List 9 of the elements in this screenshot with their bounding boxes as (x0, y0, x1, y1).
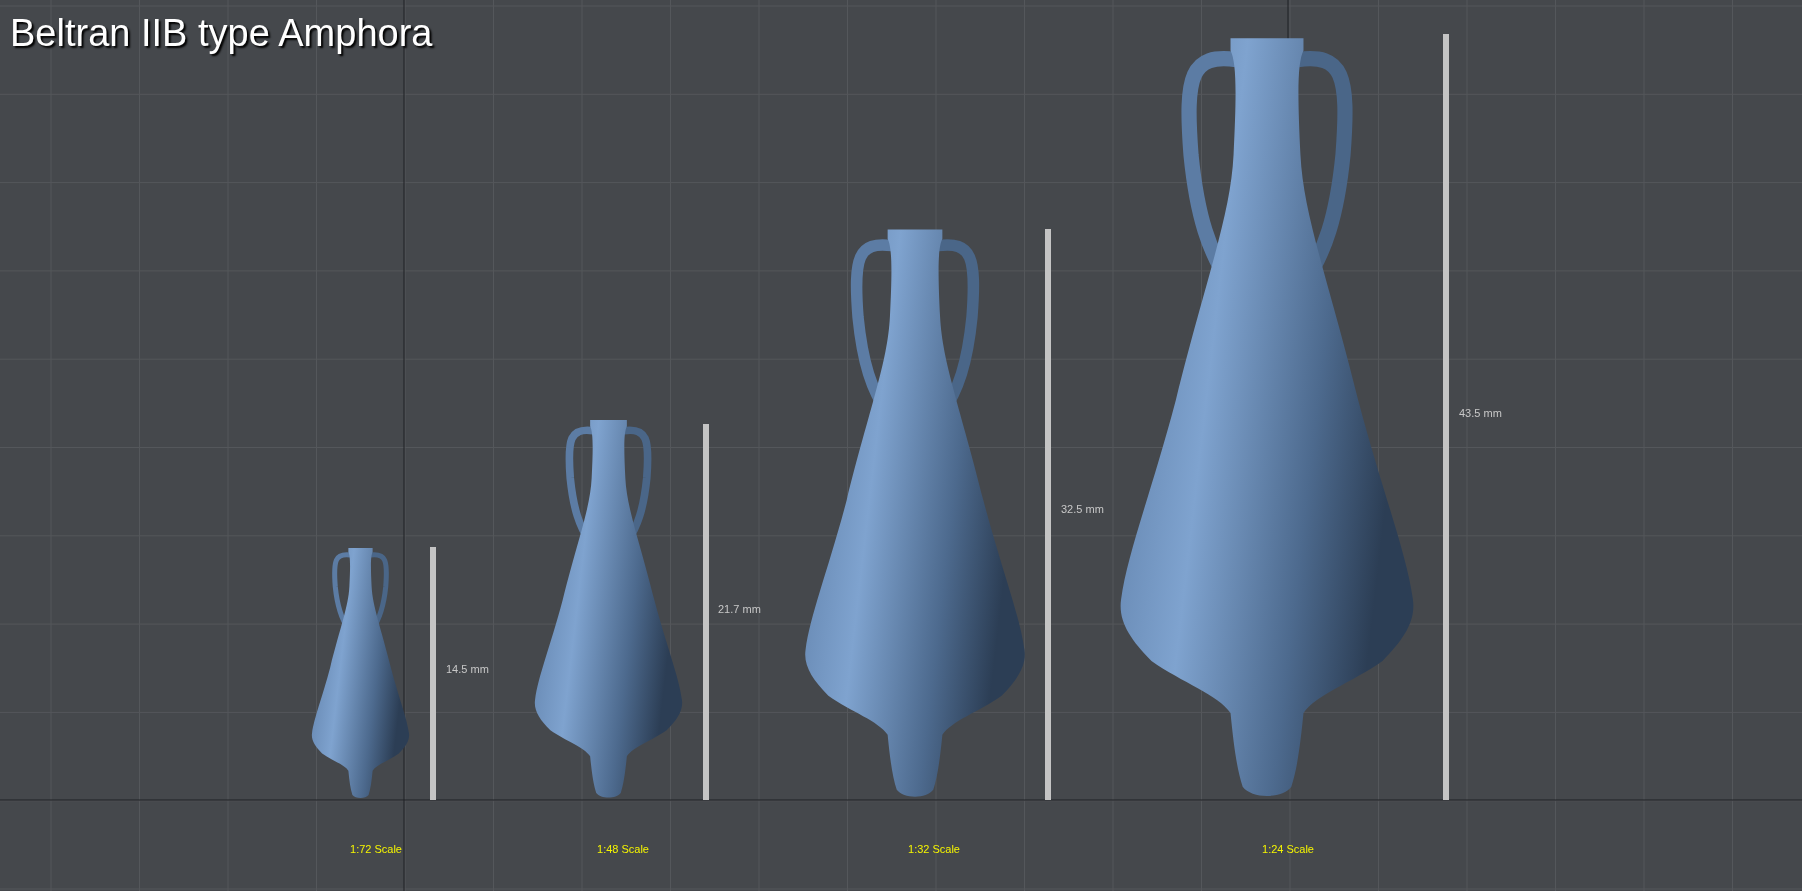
scale-label: 1:32 Scale (908, 844, 960, 855)
measurement-label: 43.5 mm (1459, 408, 1502, 419)
viewport-title: Beltran IIB type Amphora (10, 14, 433, 52)
measurement-label: 32.5 mm (1061, 504, 1104, 515)
scale-label: 1:24 Scale (1262, 844, 1314, 855)
scale-label: 1:48 Scale (597, 844, 649, 855)
measurement-label: 21.7 mm (718, 604, 761, 615)
measurement-label: 14.5 mm (446, 664, 489, 675)
scale-label: 1:72 Scale (350, 844, 402, 855)
